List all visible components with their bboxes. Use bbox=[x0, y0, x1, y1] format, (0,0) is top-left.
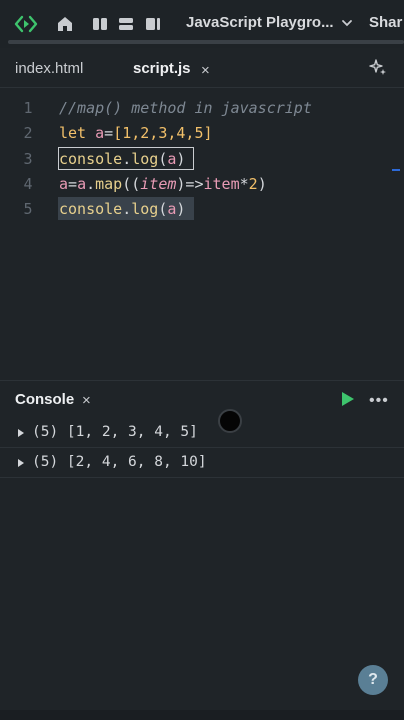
code-text: console.log(a) bbox=[59, 200, 186, 218]
code-text: a=a.map((item)=>item*2) bbox=[59, 175, 267, 193]
code-text: console.log(a) bbox=[59, 150, 186, 168]
code-line: 5 console.log(a) bbox=[0, 197, 404, 221]
project-title[interactable]: JavaScript Playgro... bbox=[186, 14, 334, 31]
line-number: 3 bbox=[23, 150, 33, 168]
layout-panel-icon[interactable] bbox=[141, 12, 165, 36]
help-button[interactable]: ? bbox=[358, 665, 388, 695]
console-output-text: (5) [1, 2, 3, 4, 5] bbox=[32, 424, 198, 440]
line-number: 2 bbox=[23, 124, 33, 142]
code-editor[interactable]: 1 //map() method in javascript 2 let a=[… bbox=[0, 89, 404, 379]
layout-split-icon[interactable] bbox=[88, 12, 112, 36]
console-close-icon[interactable]: × bbox=[82, 392, 91, 409]
layout-rows-icon[interactable] bbox=[114, 12, 138, 36]
touch-indicator bbox=[218, 409, 242, 433]
console-output-text: (5) [2, 4, 6, 8, 10] bbox=[32, 454, 207, 470]
more-icon[interactable]: ••• bbox=[369, 392, 389, 410]
code-line: 3 console.log(a) bbox=[0, 147, 404, 171]
top-divider bbox=[8, 40, 404, 44]
line-number: 4 bbox=[23, 175, 33, 193]
line-number: 5 bbox=[23, 200, 33, 218]
magic-wand-icon[interactable] bbox=[368, 58, 388, 83]
logo-icon[interactable] bbox=[14, 12, 38, 36]
console-output-row[interactable]: (5) [1, 2, 3, 4, 5] bbox=[0, 418, 404, 448]
bottom-strip bbox=[0, 710, 404, 720]
expand-triangle-icon[interactable] bbox=[17, 456, 25, 472]
console-header: Console × ••• bbox=[0, 380, 404, 418]
code-line: 1 //map() method in javascript bbox=[0, 96, 404, 120]
code-text: let a=[1,2,3,4,5] bbox=[59, 124, 213, 142]
tab-script-js[interactable]: script.js bbox=[133, 60, 191, 77]
console-title: Console bbox=[15, 391, 75, 408]
scroll-marker bbox=[392, 169, 400, 171]
top-bar: JavaScript Playgro... Shar bbox=[0, 0, 404, 48]
share-button[interactable]: Shar bbox=[369, 14, 404, 31]
tab-index-html[interactable]: index.html bbox=[15, 60, 83, 77]
line-number: 1 bbox=[23, 99, 33, 117]
chevron-down-icon[interactable] bbox=[341, 16, 353, 34]
expand-triangle-icon[interactable] bbox=[17, 426, 25, 442]
home-icon[interactable] bbox=[53, 12, 77, 36]
file-tabs: index.html script.js × bbox=[0, 52, 404, 88]
tab-close-icon[interactable]: × bbox=[201, 62, 210, 79]
code-text: //map() method in javascript bbox=[59, 99, 312, 117]
console-output-row[interactable]: (5) [2, 4, 6, 8, 10] bbox=[0, 448, 404, 478]
code-line: 4 a=a.map((item)=>item*2) bbox=[0, 172, 404, 196]
code-line: 2 let a=[1,2,3,4,5] bbox=[0, 121, 404, 145]
play-icon[interactable] bbox=[341, 391, 355, 412]
